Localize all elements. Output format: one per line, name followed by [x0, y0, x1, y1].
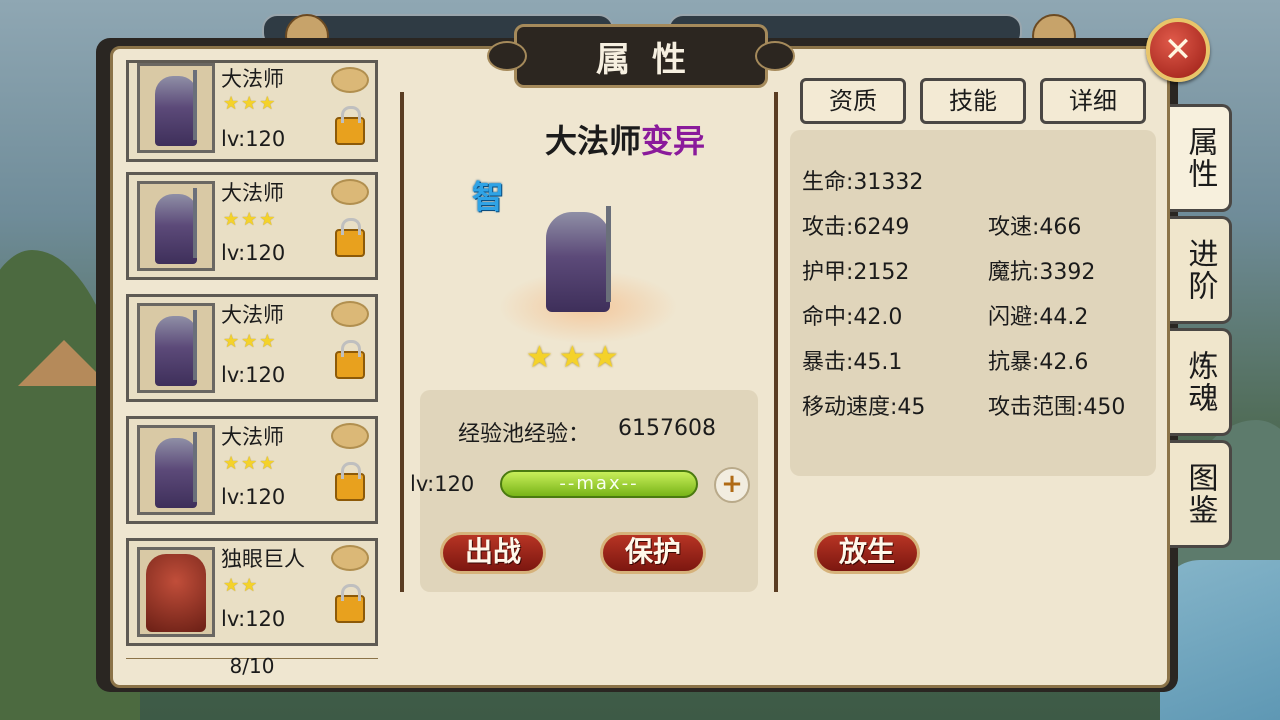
stat-crit: 暴击:45.1 [802, 350, 903, 375]
stat-move-speed: 移动速度:45 [802, 395, 926, 420]
stat-armor: 护甲:2152 [802, 260, 910, 285]
hero-level: lv:120 [221, 127, 286, 151]
hero-name: 大法师 [221, 67, 284, 91]
hero-level: lv:120 [221, 241, 286, 265]
stat-attack-range: 攻击范围:450 [988, 395, 1126, 420]
close-icon: ✕ [1163, 30, 1193, 70]
hero-title: 大法师变异 [420, 116, 830, 162]
panel-title-plate: 属性 [487, 24, 795, 88]
hero-mutation-label: 变异 [641, 122, 706, 160]
hero-count: 8/10 [229, 654, 275, 678]
hero-card-4[interactable]: 大法师 ★★★ lv:120 [126, 416, 378, 524]
column-divider-left [400, 92, 404, 592]
tab-aptitude[interactable]: 资质 [800, 78, 906, 124]
mage-icon [155, 432, 197, 508]
exp-pool-label: 经验池经验： [458, 422, 591, 447]
hero-portrait [137, 303, 215, 393]
stat-attack-speed: 攻速:466 [988, 215, 1082, 240]
deploy-button[interactable]: 出战 [440, 532, 546, 574]
protect-button[interactable]: 保护 [600, 532, 706, 574]
lock-icon[interactable] [335, 340, 365, 379]
intelligence-class-icon: 智 [472, 178, 505, 216]
side-tab-codex[interactable]: 图鉴 [1170, 440, 1232, 548]
hero-detail-stars: ★★★ [526, 340, 625, 375]
side-tab-soul-refine[interactable]: 炼魂 [1170, 328, 1232, 436]
mage-icon [546, 206, 611, 312]
emblem-icon [331, 545, 369, 571]
hero-detail-level: lv:120 [410, 472, 475, 496]
cyclops-icon [146, 554, 206, 632]
background-river [1160, 560, 1280, 720]
stat-magic-resist: 魔抗:3392 [988, 260, 1096, 285]
hero-stars: ★★★ [223, 209, 278, 230]
title-wing-left [487, 41, 527, 71]
hero-card-1[interactable]: 大法师 ★★★ lv:120 [126, 60, 378, 162]
stat-attack: 攻击:6249 [802, 215, 910, 240]
release-button[interactable]: 放生 [814, 532, 920, 574]
tab-skills[interactable]: 技能 [920, 78, 1026, 124]
hero-level: lv:120 [221, 485, 286, 509]
stat-dodge: 闪避:44.2 [988, 305, 1089, 330]
hero-card-3[interactable]: 大法师 ★★★ lv:120 [126, 294, 378, 402]
hero-model [546, 206, 611, 316]
lock-icon[interactable] [335, 218, 365, 257]
hero-stars: ★★★ [223, 453, 278, 474]
mage-icon [155, 188, 197, 264]
hero-level: lv:120 [221, 363, 286, 387]
hero-portrait [137, 547, 215, 637]
stat-hit: 命中:42.0 [802, 305, 903, 330]
hero-portrait [137, 425, 215, 515]
lock-icon[interactable] [335, 106, 365, 145]
mage-icon [155, 70, 197, 146]
side-tab-advance[interactable]: 进阶 [1170, 216, 1232, 324]
lock-icon[interactable] [335, 462, 365, 501]
lock-icon[interactable] [335, 584, 365, 623]
exp-pool-value: 6157608 [618, 416, 716, 441]
title-wing-right [755, 41, 795, 71]
mage-icon [155, 310, 197, 386]
stat-anti-crit: 抗暴:42.6 [988, 350, 1089, 375]
hero-level: lv:120 [221, 607, 286, 631]
side-tab-attributes[interactable]: 属性 [1170, 104, 1232, 212]
hero-portrait [137, 63, 215, 153]
hero-card-2[interactable]: 大法师 ★★★ lv:120 [126, 172, 378, 280]
hero-name: 大法师 [221, 181, 284, 205]
hero-card-5[interactable]: 独眼巨人 ★★ lv:120 [126, 538, 378, 646]
exp-progress-bar: --max-- [500, 470, 698, 498]
hero-detail-name: 大法师 [544, 122, 641, 160]
hero-stars: ★★★ [223, 331, 278, 352]
hero-name: 大法师 [221, 425, 284, 449]
emblem-icon [331, 179, 369, 205]
hero-name: 大法师 [221, 303, 284, 327]
hero-name: 独眼巨人 [221, 547, 305, 571]
emblem-icon [331, 301, 369, 327]
close-button[interactable]: ✕ [1146, 18, 1210, 82]
tab-details[interactable]: 详细 [1040, 78, 1146, 124]
hero-portrait [137, 181, 215, 271]
hero-stars: ★★ [223, 575, 260, 596]
hero-stars: ★★★ [223, 93, 278, 114]
stat-hp: 生命:31332 [802, 170, 924, 195]
hero-list[interactable]: 大法师 ★★★ lv:120 大法师 ★★★ lv:120 大法师 ★★★ lv… [126, 60, 378, 650]
emblem-icon [331, 67, 369, 93]
add-exp-button[interactable]: + [714, 467, 750, 503]
column-divider-right [774, 92, 778, 592]
emblem-icon [331, 423, 369, 449]
panel-title: 属性 [596, 39, 708, 80]
